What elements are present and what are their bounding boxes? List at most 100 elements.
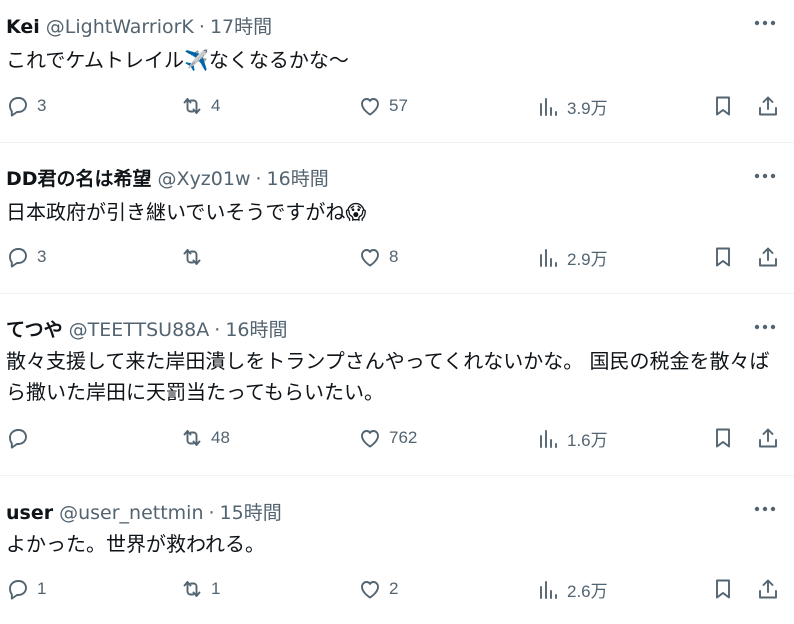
reply-feed: Kei @LightWarriorK · 17時間 これでケムトレイル✈️なくな… (0, 0, 794, 624)
reply-bubble-icon (9, 580, 27, 600)
separator-dot: · (214, 319, 221, 341)
post-text-main: これでケムトレイル (6, 48, 184, 72)
post-user[interactable]: user @user_nettmin · 15時間 よかった。世界が救われる。 … (0, 476, 794, 624)
like-button[interactable]: 762 (358, 426, 417, 450)
author-name[interactable]: てつや (6, 315, 63, 342)
post-actions: 48 762 1.6万 (0, 426, 794, 458)
post-text-tail: なくなるかな〜 (208, 48, 349, 72)
view-count: 3.9万 (567, 99, 608, 118)
share-button[interactable] (756, 94, 780, 118)
repost-icon (183, 581, 201, 597)
reply-button[interactable] (6, 426, 37, 450)
post-header: Kei @LightWarriorK · 17時間 (6, 12, 272, 38)
views-button[interactable]: 1.6万 (536, 426, 608, 451)
more-options-button[interactable] (750, 312, 780, 342)
views-button[interactable]: 2.6万 (536, 577, 608, 602)
bookmark-icon (716, 247, 730, 267)
repost-icon (183, 430, 201, 446)
reply-button[interactable]: 3 (6, 245, 46, 269)
repost-button[interactable]: 4 (180, 94, 220, 118)
like-button[interactable]: 57 (358, 94, 408, 118)
repost-count: 48 (211, 428, 230, 447)
post-text: 日本政府が引き継いでいそうですがね😱 (6, 197, 786, 228)
views-button[interactable]: 2.9万 (536, 245, 608, 270)
like-count: 2 (389, 579, 399, 598)
post-header: DD君の名は希望 @Xyz01w · 16時間 (6, 164, 329, 190)
post-tetsuya[interactable]: てつや @TEETTSU88A · 16時間 散々支援して来た岸田潰しをトランプ… (0, 294, 794, 476)
more-horizontal-icon (754, 324, 776, 330)
share-upload-icon (759, 247, 777, 267)
reply-bubble-icon (9, 429, 27, 449)
more-horizontal-icon (754, 173, 776, 179)
repost-button[interactable]: 48 (180, 426, 230, 450)
view-count: 2.6万 (567, 582, 608, 601)
reply-bubble-icon (9, 97, 27, 117)
bookmark-icon (716, 96, 730, 116)
bookmark-button[interactable] (711, 577, 735, 601)
more-options-button[interactable] (750, 494, 780, 524)
heart-icon (361, 430, 379, 448)
bookmark-icon (716, 579, 730, 599)
share-button[interactable] (756, 245, 780, 269)
bookmark-button[interactable] (711, 426, 735, 450)
author-handle[interactable]: @LightWarriorK (46, 16, 194, 38)
post-time[interactable]: 16時間 (267, 164, 329, 191)
author-handle[interactable]: @user_nettmin (59, 502, 203, 524)
post-time[interactable]: 16時間 (225, 315, 287, 342)
reply-count: 1 (37, 579, 47, 598)
view-count: 2.9万 (567, 250, 608, 269)
reply-count: 3 (37, 96, 47, 115)
analytics-bars-icon (540, 97, 557, 116)
bookmark-button[interactable] (711, 94, 735, 118)
views-button[interactable]: 3.9万 (536, 94, 608, 119)
author-name[interactable]: DD君の名は希望 (6, 164, 152, 191)
reply-count: 3 (37, 247, 47, 266)
post-text-main: 日本政府が引き継いでいそうですがね (6, 200, 346, 224)
share-upload-icon (759, 579, 777, 599)
more-options-button[interactable] (750, 8, 780, 38)
post-time[interactable]: 15時間 (220, 498, 282, 525)
view-count: 1.6万 (567, 431, 608, 450)
bookmark-button[interactable] (711, 245, 735, 269)
repost-button[interactable] (180, 245, 211, 269)
more-horizontal-icon (754, 20, 776, 26)
reply-bubble-icon (9, 248, 27, 268)
post-text: よかった。世界が救われる。 (6, 529, 786, 560)
share-upload-icon (759, 96, 777, 116)
post-time[interactable]: 17時間 (210, 12, 272, 39)
like-count: 762 (389, 428, 418, 447)
post-actions: 1 1 2 2.6万 (0, 577, 794, 609)
share-upload-icon (759, 428, 777, 448)
airplane-emoji: ✈️ (184, 48, 209, 72)
post-actions: 3 8 2.9万 (0, 245, 794, 277)
post-header: user @user_nettmin · 15時間 (6, 498, 282, 524)
reply-button[interactable]: 3 (6, 94, 46, 118)
post-text: 散々支援して来た岸田潰しをトランプさんやってくれないかな。 国民の税金を散々ばら… (6, 346, 786, 408)
author-handle[interactable]: @TEETTSU88A (69, 319, 210, 341)
share-button[interactable] (756, 426, 780, 450)
like-button[interactable]: 2 (358, 577, 398, 601)
scream-emoji: 😱 (345, 200, 367, 224)
analytics-bars-icon (540, 580, 557, 599)
separator-dot: · (208, 502, 215, 524)
author-handle[interactable]: @Xyz01w (158, 168, 251, 190)
repost-icon (183, 249, 201, 265)
post-text: これでケムトレイル✈️なくなるかな〜 (6, 45, 786, 76)
more-options-button[interactable] (750, 161, 780, 191)
author-name[interactable]: user (6, 502, 53, 524)
post-actions: 3 4 57 3.9万 (0, 94, 794, 126)
heart-icon (361, 98, 379, 116)
analytics-bars-icon (540, 248, 557, 267)
post-dd[interactable]: DD君の名は希望 @Xyz01w · 16時間 日本政府が引き継いでいそうですが… (0, 143, 794, 294)
author-name[interactable]: Kei (6, 16, 40, 38)
post-text-main: よかった。世界が救われる。 (6, 532, 265, 556)
separator-dot: · (255, 168, 262, 190)
post-kei[interactable]: Kei @LightWarriorK · 17時間 これでケムトレイル✈️なくな… (0, 0, 794, 143)
like-button[interactable]: 8 (358, 245, 398, 269)
separator-dot: · (198, 16, 205, 38)
post-header: てつや @TEETTSU88A · 16時間 (6, 315, 288, 341)
share-button[interactable] (756, 577, 780, 601)
repost-icon (183, 98, 201, 114)
repost-button[interactable]: 1 (180, 577, 220, 601)
reply-button[interactable]: 1 (6, 577, 46, 601)
